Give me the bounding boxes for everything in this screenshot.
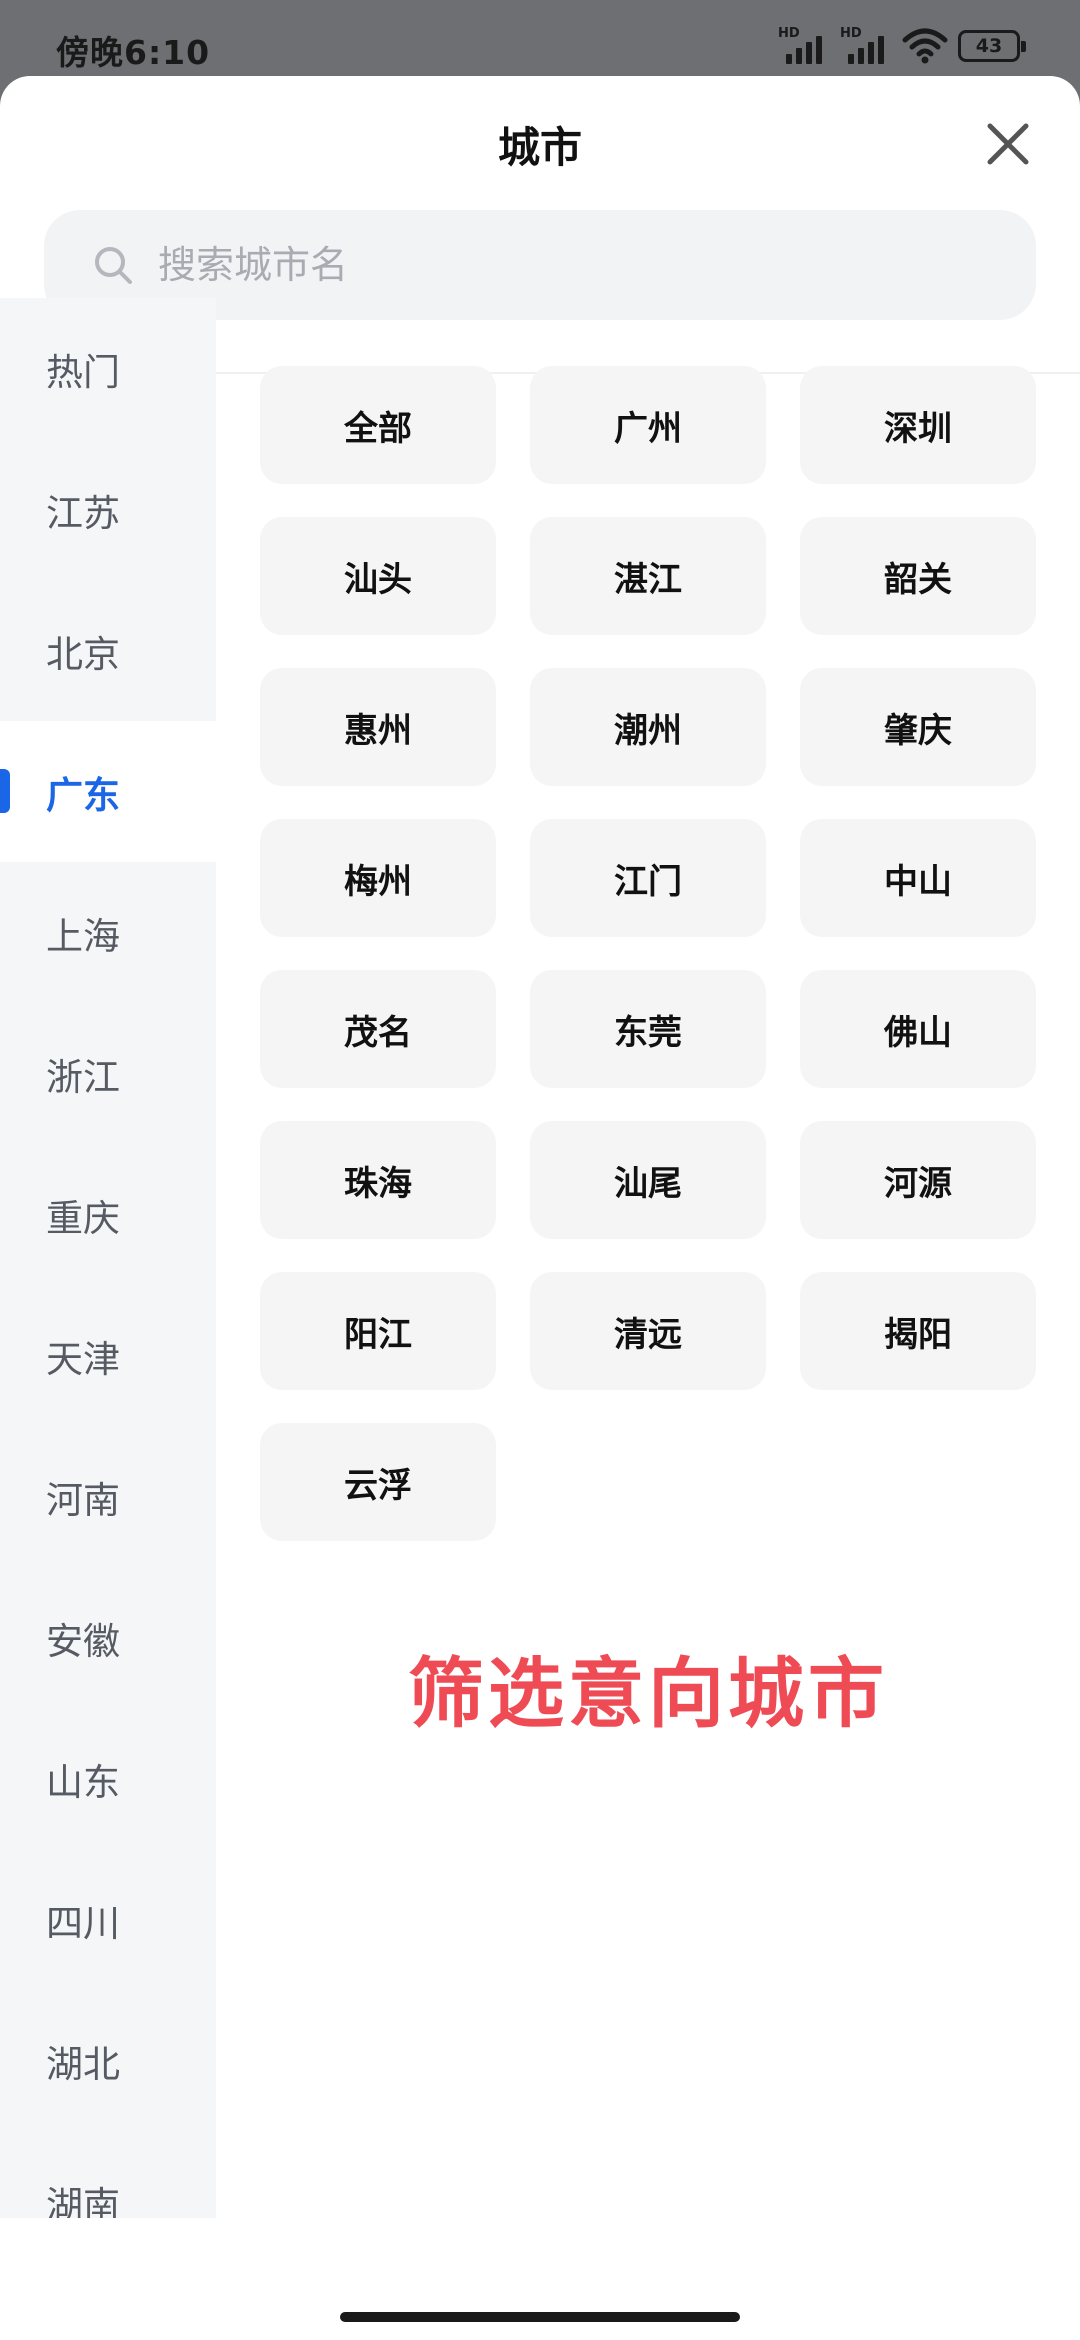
sidebar-item-label: 湖南	[46, 2183, 120, 2219]
home-indicator[interactable]	[340, 2312, 740, 2322]
sidebar-item-sichuan[interactable]: 四川	[0, 1849, 216, 1990]
province-sidebar: 热门 江苏 北京 广东 上海 浙江 重庆 天津 河南 安徽 山东 四川 湖北 湖…	[0, 298, 216, 2218]
sidebar-item-label: 山东	[46, 1760, 120, 1804]
sidebar-item-shanghai[interactable]: 上海	[0, 862, 216, 1003]
city-chip[interactable]: 河源	[800, 1121, 1036, 1239]
city-chip[interactable]: 梅州	[260, 819, 496, 937]
city-chip[interactable]: 惠州	[260, 668, 496, 786]
city-chip[interactable]: 江门	[530, 819, 766, 937]
search-icon	[95, 247, 132, 284]
cellular-signal-icon: HD	[778, 26, 830, 66]
cellular-signal-icon: HD	[840, 26, 892, 66]
sidebar-item-label: 重庆	[46, 1196, 120, 1240]
city-chip[interactable]: 深圳	[800, 366, 1036, 484]
sidebar-item-tianjin[interactable]: 天津	[0, 1285, 216, 1426]
sidebar-item-guangdong[interactable]: 广东	[0, 721, 216, 862]
city-chip-all[interactable]: 全部	[260, 366, 496, 484]
sidebar-item-hunan[interactable]: 湖南	[0, 2131, 216, 2219]
city-grid: 全部 广州 深圳 汕头 湛江 韶关 惠州 潮州 肇庆 梅州 江门 中山 茂名 东…	[260, 366, 1036, 1541]
city-chip[interactable]: 韶关	[800, 517, 1036, 635]
sidebar-item-hubei[interactable]: 湖北	[0, 1990, 216, 2131]
sidebar-item-beijing[interactable]: 北京	[0, 580, 216, 721]
sheet-title: 城市	[497, 123, 582, 172]
status-time: 傍晚6:10	[56, 33, 211, 72]
overlay-caption: 筛选意向城市	[408, 1649, 888, 1738]
sidebar-item-shandong[interactable]: 山东	[0, 1708, 216, 1849]
battery-indicator: 43	[958, 30, 1026, 62]
city-chip[interactable]: 阳江	[260, 1272, 496, 1390]
city-chip[interactable]: 清远	[530, 1272, 766, 1390]
city-chip[interactable]: 肇庆	[800, 668, 1036, 786]
sidebar-item-label: 湖北	[46, 2042, 120, 2086]
sidebar-item-label: 天津	[46, 1337, 120, 1381]
search-input[interactable]	[158, 243, 958, 287]
sidebar-item-label: 江苏	[46, 491, 120, 535]
sidebar-item-chongqing[interactable]: 重庆	[0, 1144, 216, 1285]
sidebar-item-label: 安徽	[46, 1619, 120, 1663]
city-chip[interactable]: 茂名	[260, 970, 496, 1088]
close-button[interactable]	[980, 116, 1036, 172]
close-icon	[987, 123, 1029, 165]
city-chip[interactable]: 揭阳	[800, 1272, 1036, 1390]
city-chip[interactable]: 汕尾	[530, 1121, 766, 1239]
city-chip[interactable]: 佛山	[800, 970, 1036, 1088]
sidebar-item-hot[interactable]: 热门	[0, 298, 216, 439]
sidebar-item-label: 热门	[46, 350, 120, 394]
city-chip[interactable]: 汕头	[260, 517, 496, 635]
sidebar-item-label: 广东	[46, 773, 120, 817]
city-chip[interactable]: 云浮	[260, 1423, 496, 1541]
city-chip[interactable]: 湛江	[530, 517, 766, 635]
sidebar-item-label: 浙江	[46, 1055, 120, 1099]
sidebar-item-henan[interactable]: 河南	[0, 1426, 216, 1567]
city-chip[interactable]: 东莞	[530, 970, 766, 1088]
status-icons: HD HD 43	[778, 26, 1026, 66]
sidebar-item-label: 四川	[46, 1901, 120, 1945]
sidebar-item-label: 北京	[46, 632, 120, 676]
city-chip[interactable]: 中山	[800, 819, 1036, 937]
sidebar-item-label: 河南	[46, 1478, 120, 1522]
city-chip[interactable]: 广州	[530, 366, 766, 484]
city-chip[interactable]: 潮州	[530, 668, 766, 786]
sidebar-item-zhejiang[interactable]: 浙江	[0, 1003, 216, 1144]
sidebar-item-jiangsu[interactable]: 江苏	[0, 439, 216, 580]
city-chip[interactable]: 珠海	[260, 1121, 496, 1239]
sidebar-item-anhui[interactable]: 安徽	[0, 1567, 216, 1708]
wifi-icon	[902, 28, 948, 64]
sidebar-item-label: 上海	[46, 914, 120, 958]
